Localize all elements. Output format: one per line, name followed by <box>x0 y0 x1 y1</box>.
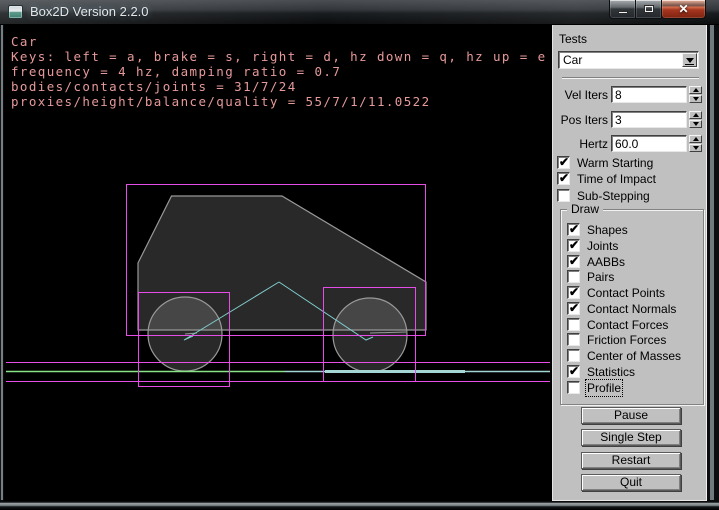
profile-checkbox[interactable] <box>567 381 580 394</box>
profile-label: Profile <box>587 381 621 395</box>
pairs-checkbox[interactable] <box>567 270 580 283</box>
pos-iters-row: Pos Iters <box>553 111 708 128</box>
sub-stepping-label: Sub-Stepping <box>577 189 650 203</box>
separator <box>562 77 699 79</box>
contact-points-label: Contact Points <box>587 286 665 300</box>
vel-iters-spinner <box>689 86 702 103</box>
window: Box2D Version 2.2.0 ✕ <box>0 0 719 510</box>
arrow-down-icon <box>693 97 699 101</box>
window-border-bottom <box>0 500 719 510</box>
close-icon: ✕ <box>678 3 688 15</box>
joints-label: Joints <box>587 239 618 253</box>
arrow-down-icon <box>693 122 699 126</box>
statistics-checkbox[interactable] <box>567 365 580 378</box>
tests-label: Tests <box>559 32 587 46</box>
hud-line: Car <box>11 34 547 49</box>
chevron-down-icon <box>686 58 694 63</box>
tests-selected-value: Car <box>563 53 582 67</box>
tests-dropdown[interactable]: Car <box>558 51 699 69</box>
dropdown-underline <box>685 64 694 65</box>
warm-starting-checkbox[interactable] <box>557 156 570 169</box>
pos-iters-input[interactable] <box>611 111 687 128</box>
aabbs-checkbox[interactable] <box>567 255 580 268</box>
arrow-up-icon <box>693 113 699 117</box>
maximize-button[interactable] <box>635 0 662 19</box>
joints-checkbox[interactable] <box>567 239 580 252</box>
friction-forces-checkbox[interactable] <box>567 333 580 346</box>
pause-button[interactable]: Pause <box>581 407 681 424</box>
minimize-button[interactable] <box>609 0 636 19</box>
single-step-button[interactable]: Single Step <box>581 429 681 446</box>
window-title: Box2D Version 2.2.0 <box>30 4 149 19</box>
contact-normals-label: Contact Normals <box>587 302 676 316</box>
arrow-down-icon <box>693 146 699 150</box>
dropdown-arrow-button[interactable] <box>682 53 697 67</box>
time-of-impact-checkbox[interactable] <box>557 172 570 185</box>
simulation-canvas[interactable]: CarKeys: left = a, brake = s, right = d,… <box>4 25 552 501</box>
hud-stats: CarKeys: left = a, brake = s, right = d,… <box>11 34 547 109</box>
hud-line: Keys: left = a, brake = s, right = d, hz… <box>11 49 547 64</box>
title-bar[interactable]: Box2D Version 2.2.0 ✕ <box>0 0 719 25</box>
vel-iters-spin-up-button[interactable] <box>689 86 702 94</box>
sub-stepping-checkbox[interactable] <box>557 189 570 202</box>
shapes-checkbox[interactable] <box>567 223 580 236</box>
arrow-up-icon <box>693 88 699 92</box>
window-controls: ✕ <box>609 0 706 19</box>
hertz-spinner <box>689 135 702 152</box>
statistics-label: Statistics <box>587 365 635 379</box>
arrow-up-icon <box>693 137 699 141</box>
time-of-impact-label: Time of Impact <box>577 172 656 186</box>
hertz-row: Hertz <box>553 135 708 152</box>
maximize-icon <box>644 5 654 13</box>
friction-forces-label: Friction Forces <box>587 333 666 347</box>
pos-iters-spinner <box>689 111 702 128</box>
vel-iters-spin-down-button[interactable] <box>689 95 702 103</box>
hertz-spin-up-button[interactable] <box>689 135 702 143</box>
hud-line: proxies/height/balance/quality = 55/7/1/… <box>11 94 547 109</box>
center-of-masses-checkbox[interactable] <box>567 349 580 362</box>
vel-iters-label: Vel Iters <box>553 88 608 102</box>
hud-line: bodies/contacts/joints = 31/7/24 <box>11 79 547 94</box>
contact-normals-checkbox[interactable] <box>567 302 580 315</box>
hertz-spin-down-button[interactable] <box>689 144 702 152</box>
hud-line: frequency = 4 hz, damping ratio = 0.7 <box>11 64 547 79</box>
pairs-label: Pairs <box>587 270 614 284</box>
contact-forces-label: Contact Forces <box>587 318 668 332</box>
hertz-input[interactable] <box>611 135 687 152</box>
pos-iters-spin-up-button[interactable] <box>689 111 702 119</box>
close-button[interactable]: ✕ <box>661 0 706 19</box>
restart-button[interactable]: Restart <box>581 452 681 469</box>
window-border-right <box>707 25 719 500</box>
hertz-label: Hertz <box>553 137 608 151</box>
contact-points-checkbox[interactable] <box>567 286 580 299</box>
vel-iters-row: Vel Iters <box>553 86 708 103</box>
control-panel: Tests Car Vel Iters Pos Iters Hertz Warm S… <box>552 25 707 501</box>
shapes-label: Shapes <box>587 223 628 237</box>
pos-iters-spin-down-button[interactable] <box>689 120 702 128</box>
minimize-icon <box>618 11 628 14</box>
pos-iters-label: Pos Iters <box>553 113 608 127</box>
app-icon <box>8 5 23 19</box>
vel-iters-input[interactable] <box>611 86 687 103</box>
contact-forces-checkbox[interactable] <box>567 318 580 331</box>
center-of-masses-label: Center of Masses <box>587 349 681 363</box>
quit-button[interactable]: Quit <box>581 474 681 491</box>
aabbs-label: AABBs <box>587 255 625 269</box>
warm-starting-label: Warm Starting <box>577 156 653 170</box>
draw-group-title: Draw <box>567 202 603 216</box>
